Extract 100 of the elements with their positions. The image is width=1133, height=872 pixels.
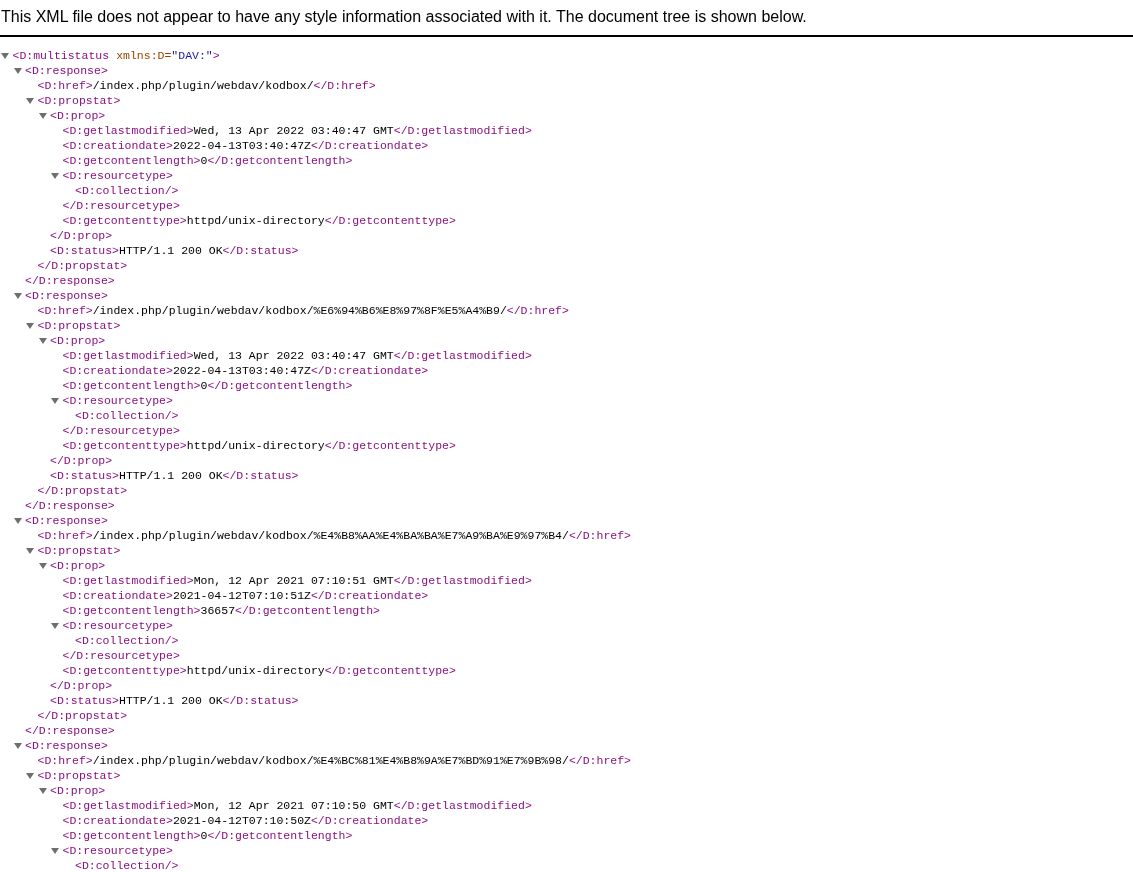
xml-tag: <D:collection/> (75, 858, 179, 872)
xml-tag: </D:getcontenttype> (324, 213, 456, 228)
xml-tag: <D:response> (25, 513, 108, 528)
attribute-value: "DAV:" (171, 48, 213, 63)
xml-tag: <D:prop> (50, 558, 106, 573)
text-value: 0 (200, 378, 208, 393)
xml-tag: <D:href> (37, 78, 93, 93)
xml-tag: </D:creationdate> (310, 588, 429, 603)
xml-tag: <D:response> (25, 63, 108, 78)
collapse-triangle-icon[interactable] (1, 52, 9, 60)
xml-tag: <D:href> (37, 528, 93, 543)
xml-tag: </D:href> (568, 528, 632, 543)
xml-tag: </D:response> (25, 273, 115, 288)
xml-tag: </D:creationdate> (310, 363, 429, 378)
xml-tag: </D:prop> (50, 678, 113, 693)
xml-tag: <D:propstat> (37, 543, 121, 558)
text-value: /index.php/plugin/webdav/kodbox/%E4%BC%81%E4%B8%9A%E7%BD%91%E7%9B%98/ (92, 753, 569, 768)
collapse-triangle-icon[interactable] (26, 547, 34, 555)
xml-tag: <D:multistatus (12, 48, 110, 63)
xml-tag: <D:prop> (50, 333, 106, 348)
xml-tag: </D:status> (222, 468, 299, 483)
xml-tag: <D:resourcetype> (62, 168, 173, 183)
text-value: httpd/unix-directory (186, 213, 325, 228)
xml-tag: <D:getlastmodified> (62, 798, 194, 813)
xml-tag: <D:getcontenttype> (62, 438, 187, 453)
collapse-triangle-icon[interactable] (38, 562, 47, 570)
xml-tag: <D:getcontentlength> (62, 153, 201, 168)
collapse-triangle-icon[interactable] (26, 97, 34, 105)
xml-tag: <D:getlastmodified> (62, 123, 194, 138)
xml-tag: </D:getcontentlength> (207, 378, 353, 393)
text-value: HTTP/1.1 200 OK (119, 243, 223, 258)
xml-tag: </D:resourcetype> (62, 648, 180, 663)
xml-tag: <D:href> (37, 303, 93, 318)
xml-tag: </D:getlastmodified> (393, 123, 532, 138)
xml-tag: <D:status> (50, 243, 119, 258)
collapse-triangle-icon[interactable] (38, 337, 47, 345)
xml-tag: </D:propstat> (37, 258, 128, 273)
text-value: 2021-04-12T07:10:51Z (172, 588, 311, 603)
info-message-text: This XML file does not appear to have any style information associated with it. The document tree is shown below. (1, 8, 807, 25)
xml-tag: <D:getcontentlength> (62, 828, 201, 843)
collapse-triangle-icon[interactable] (13, 742, 22, 750)
xml-tag: </D:creationdate> (310, 813, 429, 828)
text-value: 36657 (200, 603, 236, 618)
xml-tag: <D:status> (50, 468, 119, 483)
text-value: /index.php/plugin/webdav/kodbox/ (92, 78, 314, 93)
xml-tag: <D:propstat> (37, 768, 121, 783)
collapse-triangle-icon[interactable] (13, 67, 22, 75)
xml-tag: </D:propstat> (37, 708, 128, 723)
text-value: 2021-04-12T07:10:50Z (172, 813, 311, 828)
xml-tag: <D:response> (25, 288, 108, 303)
collapse-triangle-icon[interactable] (13, 292, 22, 300)
xml-tag: </D:prop> (50, 453, 113, 468)
xml-tag: <D:resourcetype> (62, 618, 173, 633)
xml-tag: <D:collection/> (75, 408, 179, 423)
text-value: Wed, 13 Apr 2022 03:40:47 GMT (193, 348, 394, 363)
text-value: 2022-04-13T03:40:47Z (172, 138, 311, 153)
xml-tag: <D:getcontenttype> (62, 213, 187, 228)
xml-tag: > (212, 48, 220, 63)
collapse-triangle-icon[interactable] (13, 517, 22, 525)
xml-tag: </D:getcontentlength> (207, 828, 353, 843)
text-value: 2022-04-13T03:40:47Z (172, 363, 311, 378)
text-value: 0 (200, 153, 208, 168)
collapse-triangle-icon[interactable] (26, 772, 34, 780)
xml-tag: </D:response> (25, 498, 115, 513)
xml-tag: <D:getcontentlength> (62, 378, 201, 393)
xml-tag: <D:creationdate> (62, 363, 173, 378)
xml-tag: </D:getlastmodified> (393, 798, 532, 813)
collapse-triangle-icon[interactable] (51, 397, 59, 405)
xml-tag: <D:creationdate> (62, 588, 173, 603)
text-value: HTTP/1.1 200 OK (119, 693, 223, 708)
xml-tag: </D:href> (568, 753, 632, 768)
text-value: 0 (200, 828, 208, 843)
xml-tag: </D:getcontenttype> (324, 663, 456, 678)
xml-tag: <D:collection/> (75, 633, 179, 648)
xml-tag: </D:href> (313, 78, 376, 93)
collapse-triangle-icon[interactable] (38, 112, 47, 120)
collapse-triangle-icon[interactable] (51, 172, 59, 180)
xml-tag: <D:resourcetype> (62, 843, 173, 858)
xml-tag: <D:status> (50, 693, 119, 708)
text-value: HTTP/1.1 200 OK (119, 468, 223, 483)
xml-tag: </D:getcontenttype> (324, 438, 456, 453)
text-value: httpd/unix-directory (186, 438, 325, 453)
collapse-triangle-icon[interactable] (38, 787, 47, 795)
text-value: Mon, 12 Apr 2021 07:10:50 GMT (193, 798, 394, 813)
attribute-name: xmlns:D= (116, 48, 172, 63)
text-value: httpd/unix-directory (186, 663, 325, 678)
xml-tag: <D:response> (25, 738, 108, 753)
collapse-triangle-icon[interactable] (26, 322, 34, 330)
xml-tag: </D:propstat> (37, 483, 128, 498)
xml-tag: </D:getcontentlength> (235, 603, 380, 618)
xml-tag: <D:resourcetype> (62, 393, 173, 408)
text-value: Mon, 12 Apr 2021 07:10:51 GMT (193, 573, 394, 588)
xml-tag: <D:getcontenttype> (62, 663, 187, 678)
xml-tag: <D:propstat> (37, 93, 121, 108)
xml-tag: <D:getlastmodified> (62, 348, 194, 363)
collapse-triangle-icon[interactable] (51, 847, 59, 855)
collapse-triangle-icon[interactable] (51, 622, 59, 630)
xml-tag: <D:creationdate> (62, 813, 173, 828)
xml-tag: </D:status> (222, 243, 299, 258)
xml-tag: </D:getcontentlength> (207, 153, 353, 168)
